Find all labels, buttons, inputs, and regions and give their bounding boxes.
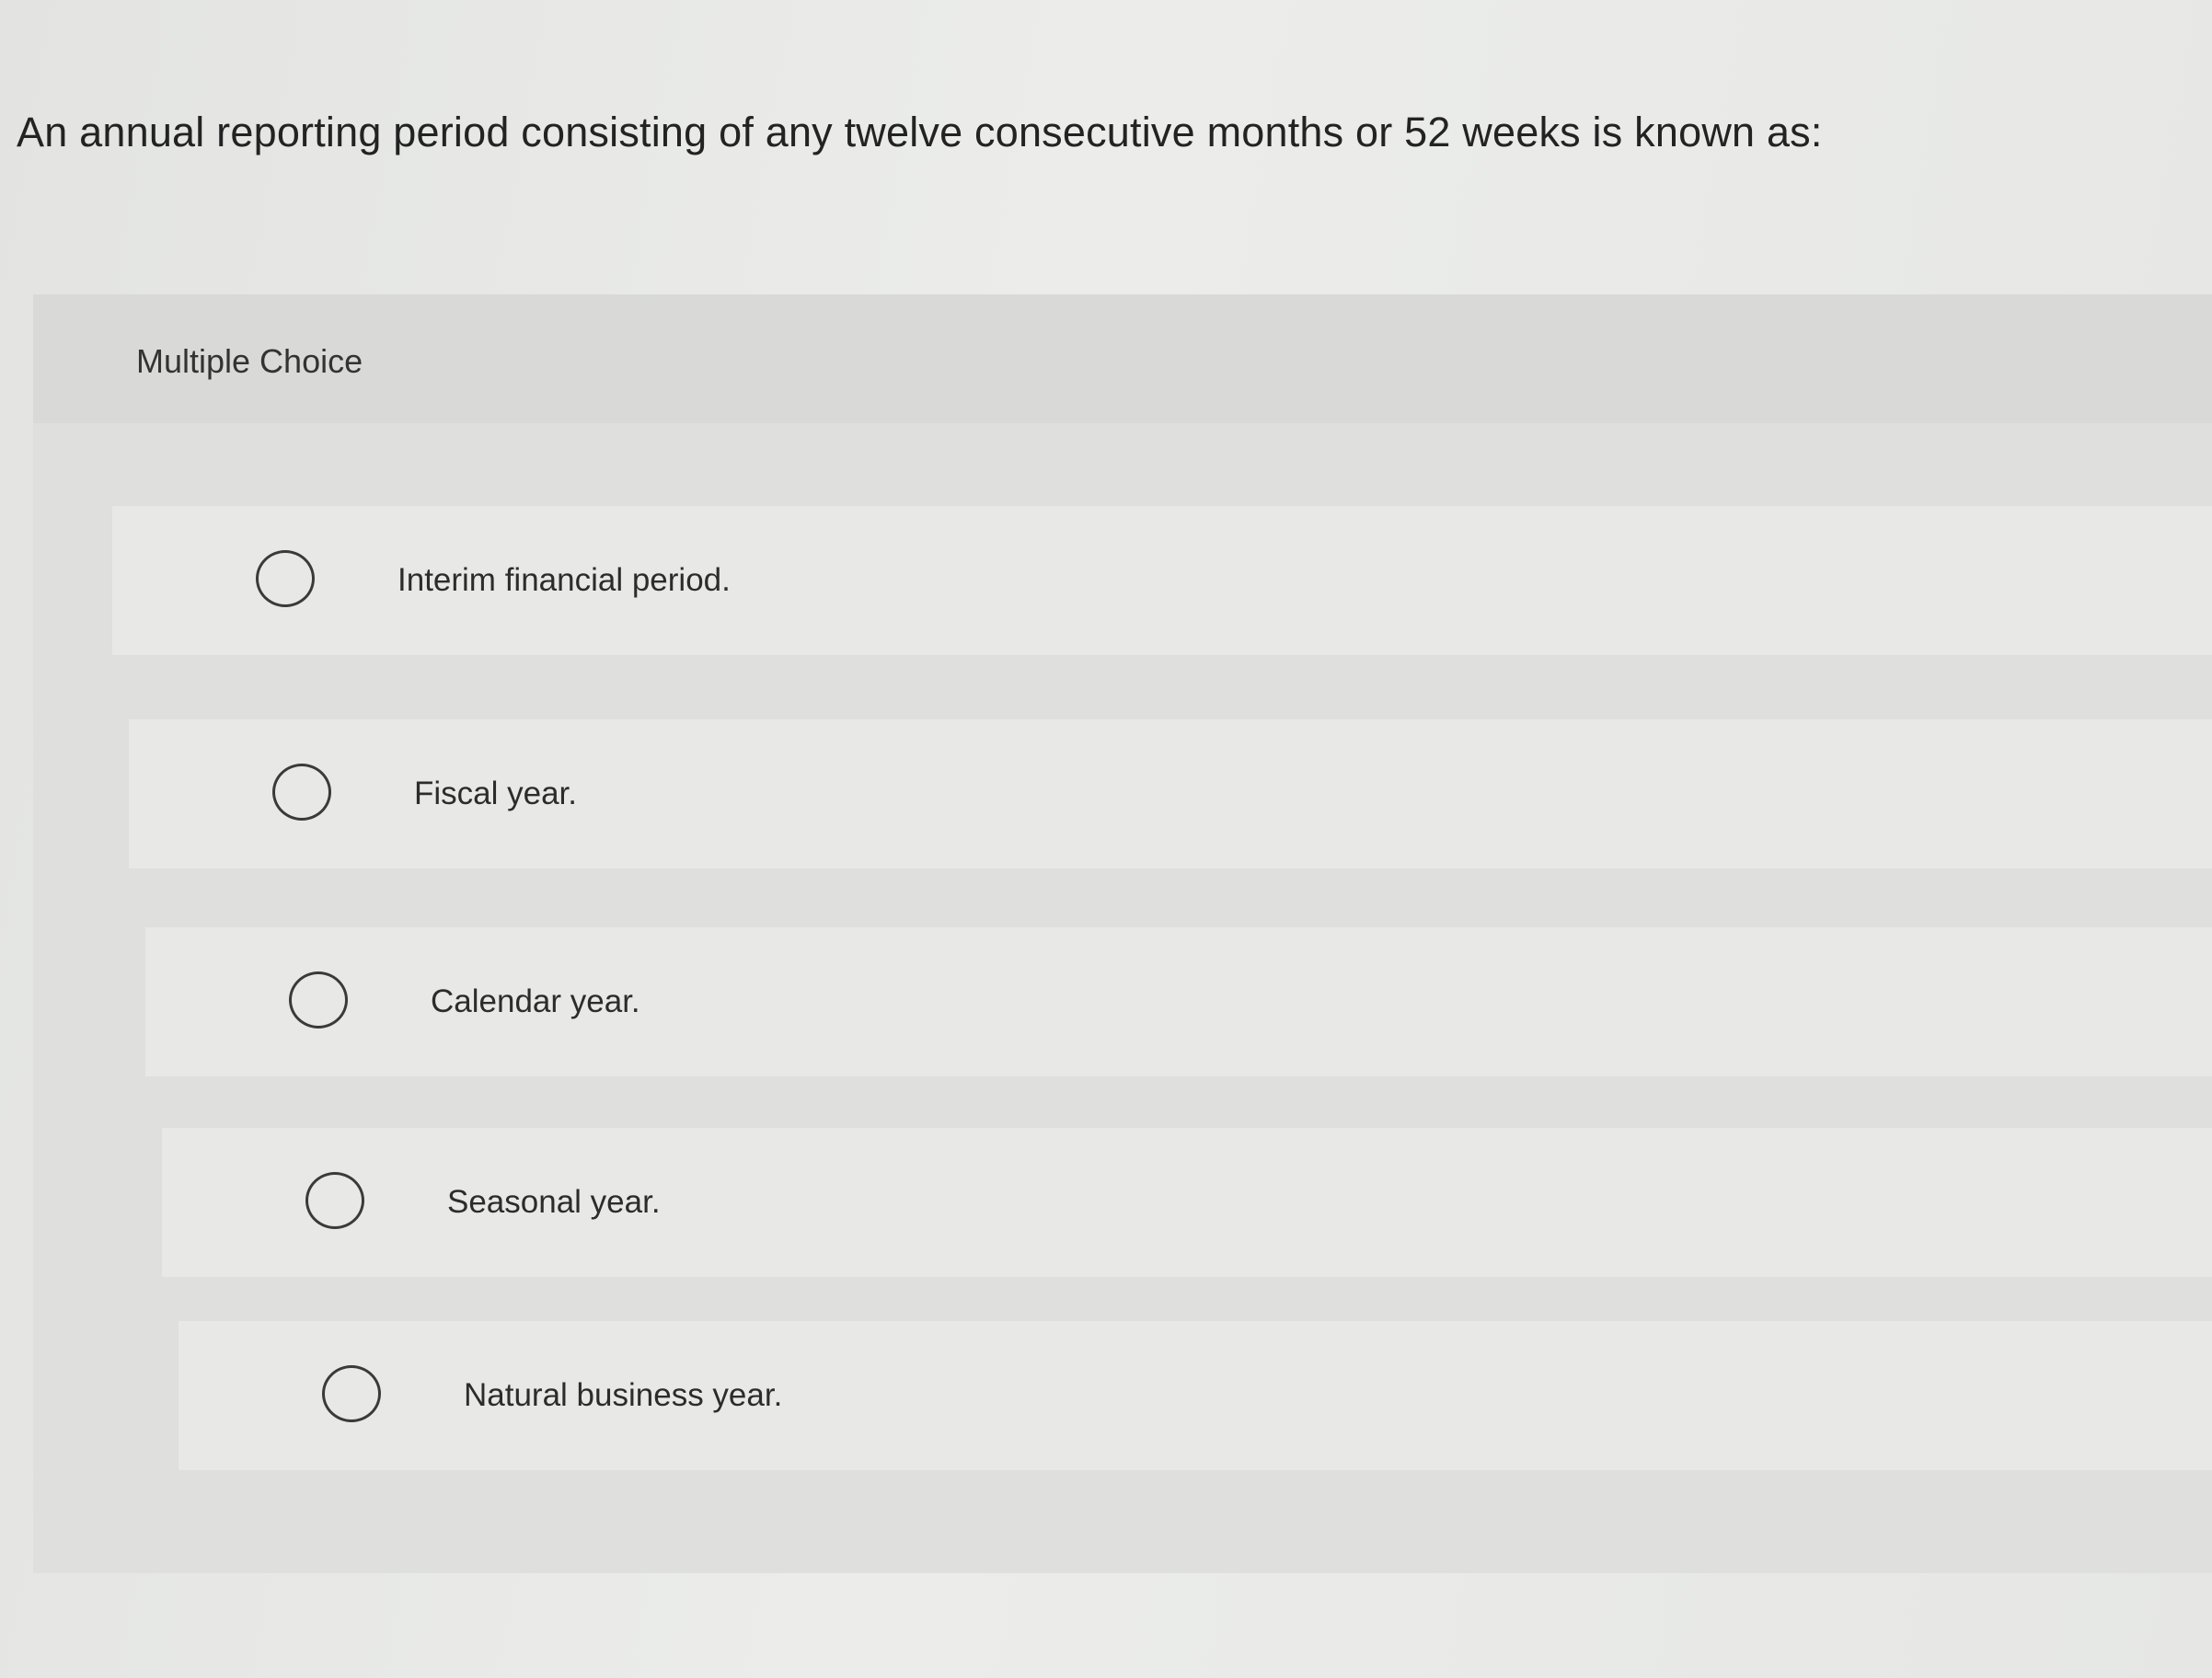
panel-title: Multiple Choice <box>136 342 363 380</box>
option-label: Calendar year. <box>431 983 640 1019</box>
radio-button-icon[interactable] <box>322 1365 381 1422</box>
radio-button-icon[interactable] <box>256 550 315 607</box>
option-calendar-year[interactable]: Calendar year. <box>145 927 2212 1076</box>
option-interim-financial-period[interactable]: Interim financial period. <box>112 506 2212 655</box>
multiple-choice-panel: Multiple Choice Interim financial period… <box>33 294 2212 1573</box>
option-seasonal-year[interactable]: Seasonal year. <box>162 1128 2212 1277</box>
radio-button-icon[interactable] <box>305 1172 364 1229</box>
option-label: Natural business year. <box>464 1377 783 1413</box>
option-label: Interim financial period. <box>397 562 731 598</box>
option-label: Seasonal year. <box>447 1184 661 1220</box>
option-natural-business-year[interactable]: Natural business year. <box>179 1321 2212 1470</box>
option-fiscal-year[interactable]: Fiscal year. <box>129 719 2212 868</box>
radio-button-icon[interactable] <box>289 971 348 1029</box>
question-text: An annual reporting period consisting of… <box>17 109 1823 155</box>
radio-button-icon[interactable] <box>272 764 331 821</box>
option-label: Fiscal year. <box>414 776 577 811</box>
panel-header: Multiple Choice <box>33 294 2212 423</box>
